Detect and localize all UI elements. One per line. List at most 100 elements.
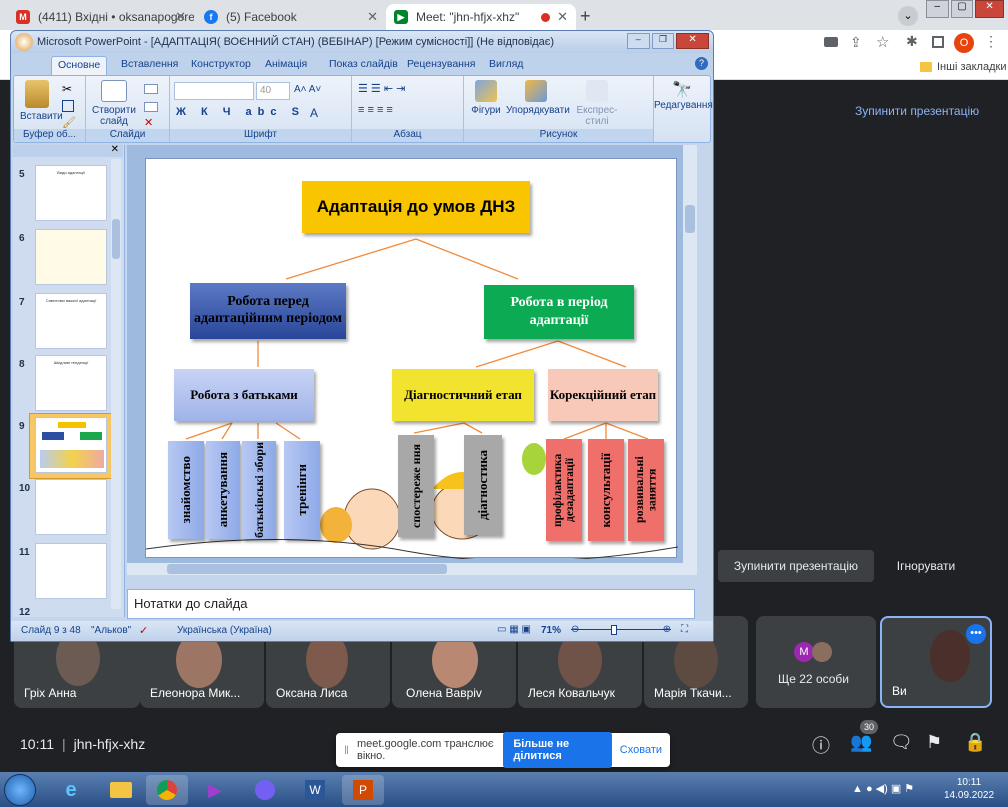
chat-icon[interactable]: 🗨 <box>890 732 913 753</box>
before-adaptation-box[interactable]: Робота перед адаптаційним періодом <box>190 283 346 339</box>
editing-button[interactable]: 🔭 Редагування <box>654 80 713 111</box>
new-tab-button[interactable]: + <box>580 6 591 27</box>
minimize-icon[interactable]: – <box>627 33 650 49</box>
more-participants-tile[interactable]: M Ще 22 особи <box>756 616 876 708</box>
corr-item-box[interactable]: профілактика дезадаптації <box>546 439 582 541</box>
parents-work-box[interactable]: Робота з батьками <box>174 369 314 421</box>
profile-avatar[interactable]: O <box>954 33 974 53</box>
camera-icon[interactable] <box>824 37 838 47</box>
slide-thumbnail[interactable] <box>35 479 107 535</box>
tab-gmail[interactable]: M (4411) Вхідні • oksanapogorelko ✕ <box>8 4 194 30</box>
zoom-thumb[interactable] <box>611 625 617 635</box>
restore-icon[interactable]: ❐ <box>651 33 675 49</box>
close-window-icon[interactable]: ✕ <box>975 0 1004 18</box>
slide-thumbnail-selected[interactable] <box>35 417 107 473</box>
host-controls-icon[interactable]: 🔒 <box>964 732 986 753</box>
explorer-icon[interactable] <box>100 775 142 805</box>
language[interactable]: Українська (Україна) <box>177 625 272 636</box>
scroll-thumb[interactable] <box>685 205 695 233</box>
stop-presentation-button[interactable]: Зупинити презентацію <box>718 550 874 582</box>
viber-icon[interactable] <box>244 775 286 805</box>
slide-thumbnail[interactable]: Види адаптації <box>35 165 107 221</box>
reset-icon[interactable] <box>144 102 158 112</box>
format-buttons[interactable]: Ж К Ч abc S <box>176 106 305 118</box>
parent-item-box[interactable]: тренінги <box>284 441 320 539</box>
parent-item-box[interactable]: анкетування <box>206 441 240 539</box>
slide-horizontal-scrollbar[interactable] <box>127 563 697 575</box>
slide-thumbnail[interactable]: Симптоми важкої адаптації <box>35 293 107 349</box>
slide-thumbnail[interactable]: Шкідливі тенденції <box>35 355 107 411</box>
slide-thumbnail[interactable] <box>35 229 107 285</box>
stop-sharing-button[interactable]: Більше не ділитися <box>503 732 612 768</box>
grow-font-icon[interactable]: A˄ A˅ <box>294 84 321 95</box>
word-icon[interactable]: W <box>294 775 336 805</box>
hide-button[interactable]: Сховати <box>620 744 662 756</box>
close-icon[interactable]: ✕ <box>111 144 119 155</box>
self-tile[interactable]: ••• Ви <box>880 616 992 708</box>
ie-icon[interactable]: e <box>50 775 92 805</box>
people-icon[interactable]: 👥 <box>850 732 872 753</box>
close-icon[interactable]: ✕ <box>175 9 186 25</box>
format-painter-icon[interactable]: 🖌 <box>62 116 76 129</box>
layout-icon[interactable] <box>144 84 158 94</box>
slide-title-box[interactable]: Адаптація до умов ДНЗ <box>302 181 530 233</box>
minimize-icon[interactable]: – <box>926 0 949 18</box>
diag-item-box[interactable]: діагностика <box>464 435 502 535</box>
thumbnails-scrollbar[interactable] <box>111 159 121 609</box>
font-size-box[interactable]: 40 <box>256 82 290 100</box>
tab-meet[interactable]: ▶ Meet: "jhn-hfjx-xhz" ✕ <box>386 4 576 30</box>
font-color-icon[interactable]: A <box>310 106 318 120</box>
sidepanel-icon[interactable] <box>932 36 944 48</box>
new-slide-button[interactable]: Створити слайд <box>92 80 136 127</box>
tab-review[interactable]: Рецензування <box>401 56 481 75</box>
scroll-thumb[interactable] <box>112 219 120 259</box>
help-icon[interactable]: ? <box>695 57 708 70</box>
share-icon[interactable]: ⇪ <box>850 34 862 51</box>
parent-item-box[interactable]: батьківські збори <box>242 441 276 539</box>
tab-slideshow[interactable]: Показ слайдів <box>323 56 404 75</box>
tab-insert[interactable]: Вставлення <box>115 56 184 75</box>
align-icons[interactable]: ≡ ≡ ≡ ≡ <box>358 104 393 116</box>
paste-button[interactable]: Вставити <box>20 80 63 122</box>
tab-search-icon[interactable]: ⌄ <box>898 6 918 26</box>
close-window-icon[interactable]: ✕ <box>676 33 710 49</box>
tab-view[interactable]: Вигляд <box>483 56 529 75</box>
zoom-out-icon[interactable]: ⊖ <box>571 624 579 635</box>
fit-window-icon[interactable]: ⛶ <box>681 624 688 635</box>
info-icon[interactable]: ⓘ <box>812 732 830 758</box>
parent-item-box[interactable]: знайомство <box>168 441 204 539</box>
close-icon[interactable]: ✕ <box>367 9 378 25</box>
delete-slide-icon[interactable]: ✕ <box>144 116 153 129</box>
slide-thumbnail[interactable] <box>35 543 107 599</box>
during-adaptation-box[interactable]: Робота в період адаптації <box>484 285 634 339</box>
quick-styles-button[interactable]: Експрес-стилі <box>568 80 626 127</box>
copy-icon[interactable] <box>62 100 74 112</box>
font-name-box[interactable] <box>174 82 254 100</box>
close-icon[interactable]: ✕ <box>557 9 568 25</box>
notes-pane[interactable]: Нотатки до слайда <box>127 589 695 619</box>
tab-home[interactable]: Основне <box>51 56 108 75</box>
start-button[interactable] <box>4 774 36 806</box>
drag-handle-icon[interactable]: ‖ <box>344 743 349 757</box>
shapes-button[interactable]: Фігури <box>468 80 504 116</box>
maximize-icon[interactable]: ▢ <box>950 0 974 18</box>
tab-animation[interactable]: Анімація <box>259 56 313 75</box>
tab-facebook[interactable]: f (5) Facebook ✕ <box>196 4 386 30</box>
media-icon[interactable]: ▶ <box>194 775 236 805</box>
extensions-icon[interactable]: ✱ <box>906 33 918 50</box>
menu-icon[interactable]: ⋮ <box>984 33 998 50</box>
powerpoint-icon[interactable]: P <box>342 775 384 805</box>
cut-icon[interactable]: ✂ <box>62 82 72 96</box>
slide-vertical-scrollbar[interactable] <box>683 145 697 563</box>
pane-tabs[interactable]: ✕ <box>13 144 123 157</box>
diagnostic-stage-box[interactable]: Діагностичний етап <box>392 369 534 421</box>
zoom-slider[interactable]: ⊖ ⊕ <box>571 624 671 636</box>
corr-item-box[interactable]: розвивальні заняття <box>628 439 664 541</box>
tab-design[interactable]: Конструктор <box>185 56 257 75</box>
more-options-icon[interactable]: ••• <box>966 624 986 644</box>
star-icon[interactable]: ☆ <box>876 33 889 51</box>
chrome-icon[interactable] <box>146 775 188 805</box>
diag-item-box[interactable]: спостереже ння <box>398 435 434 537</box>
other-bookmarks[interactable]: Інші закладки <box>920 61 1006 73</box>
scroll-thumb[interactable] <box>167 564 447 574</box>
